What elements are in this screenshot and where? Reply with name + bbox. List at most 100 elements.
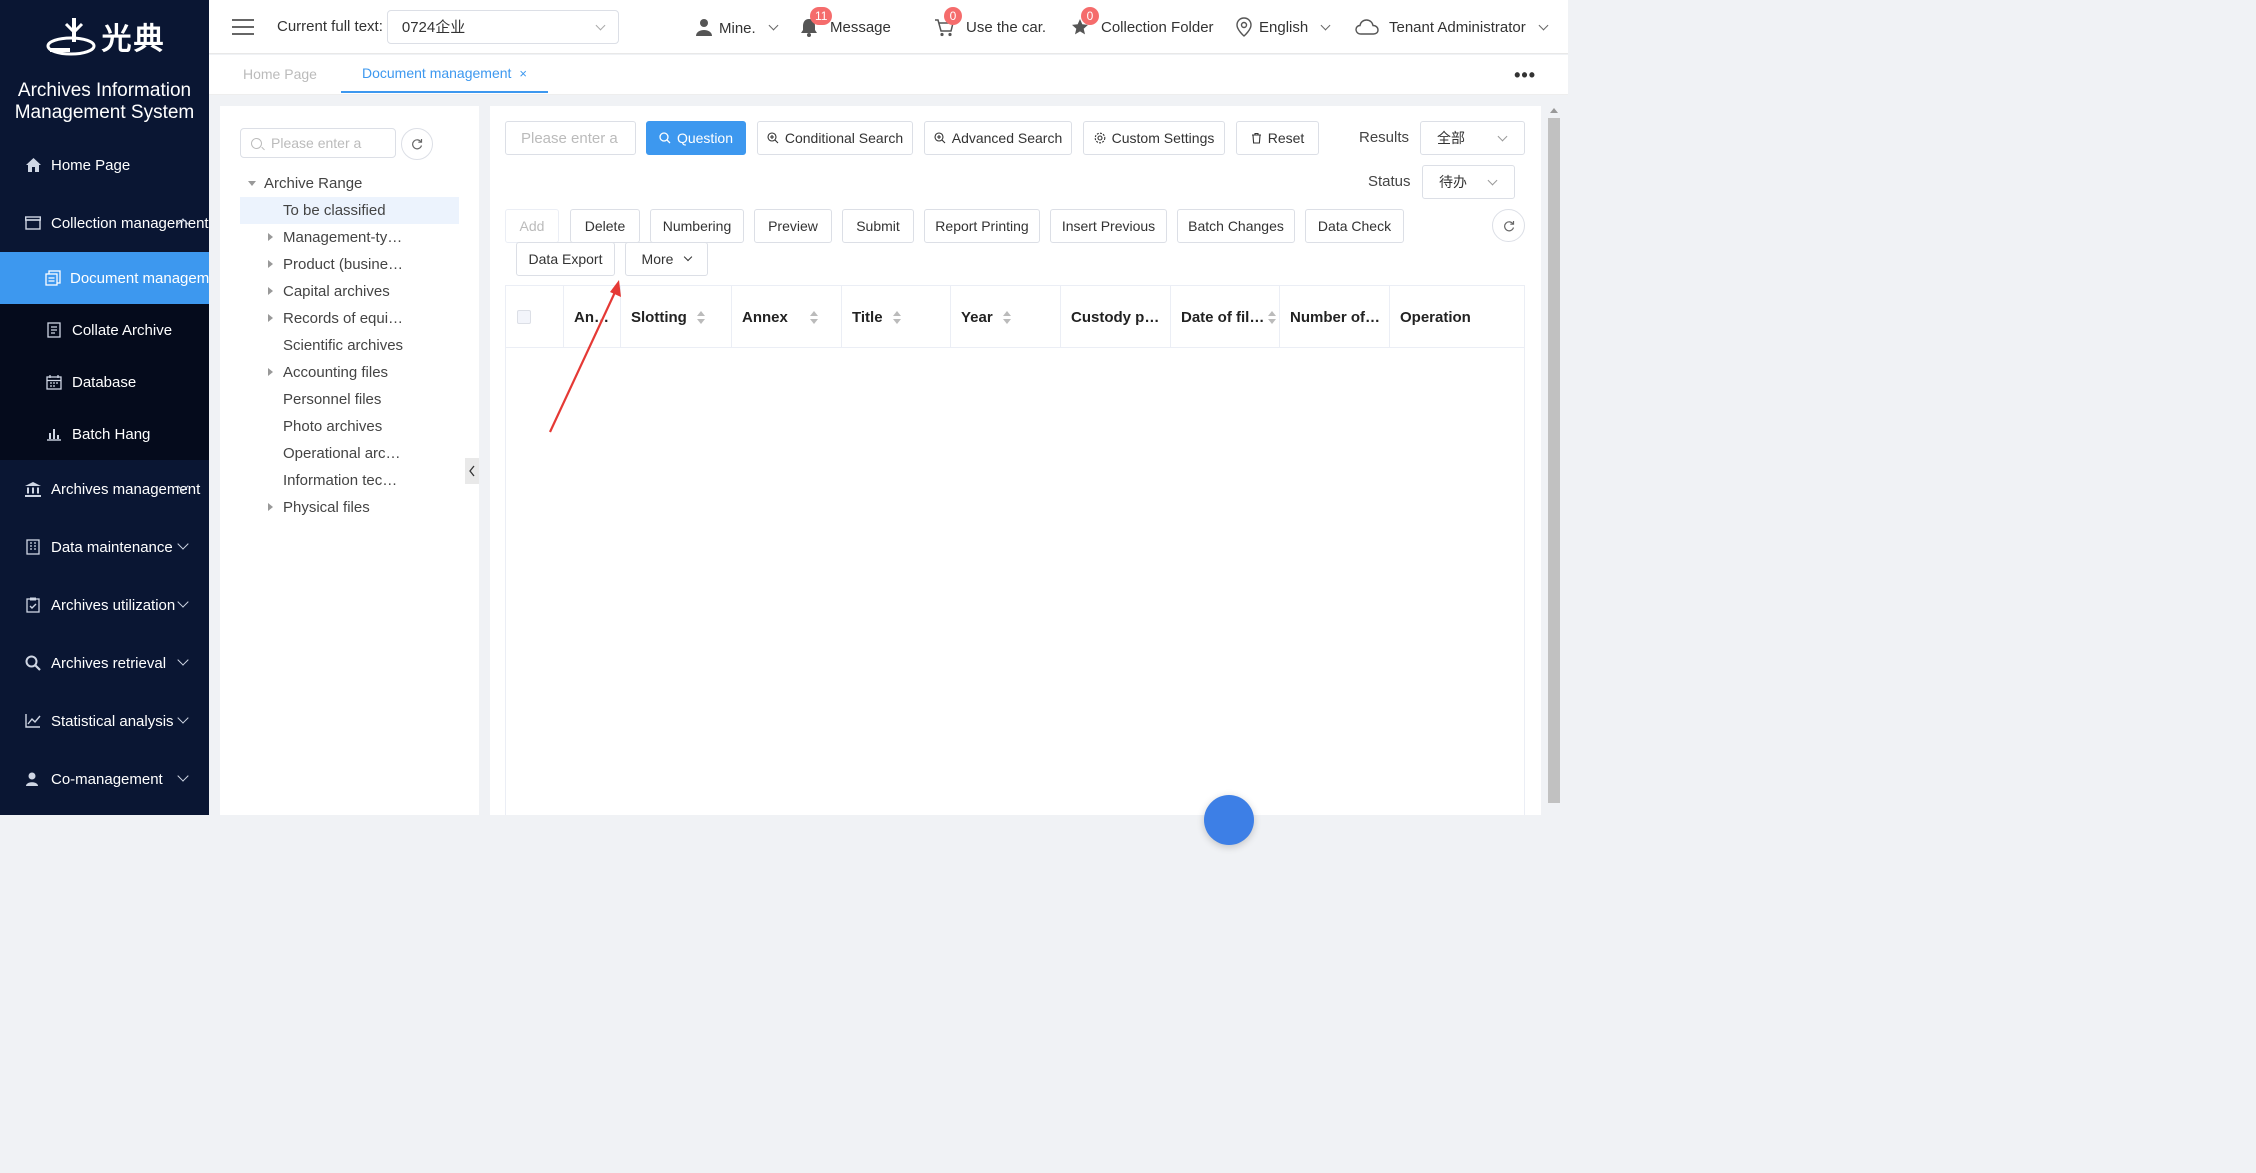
box-icon [24,214,42,232]
hamburger-menu-icon[interactable] [232,18,254,35]
question-button[interactable]: Question [646,121,746,155]
chevron-down-icon [595,20,606,30]
sidebar-item-archives-utilization[interactable]: Archives utilization [0,576,209,634]
tree-node[interactable]: To be classified [240,197,459,224]
sidebar-item-archives-retrieval[interactable]: Archives retrieval [0,634,209,692]
refresh-icon[interactable] [401,128,433,160]
chevron-down-icon [1538,20,1549,30]
tree-search-input[interactable]: Please enter a [240,128,396,158]
tree-node[interactable]: Physical files [240,494,459,521]
sidebar-item-document-management[interactable]: Document management [0,252,209,304]
data-export-button[interactable]: Data Export [516,242,615,276]
sidebar-item-database[interactable]: Database [0,356,209,408]
advanced-search-button[interactable]: Advanced Search [924,121,1072,155]
tree-node[interactable]: Records of equi… [240,305,459,332]
tree-node[interactable]: Information tec… [240,467,459,494]
submit-button[interactable]: Submit [842,209,914,243]
sidebar-item-collection-management[interactable]: Collection management [0,194,209,252]
language-select[interactable]: English [1235,0,1331,54]
close-icon[interactable]: × [519,66,527,81]
tab-home-page[interactable]: Home Page [243,55,317,93]
main-search-input[interactable]: Please enter a [505,121,636,155]
refresh-icon[interactable] [1492,209,1525,242]
sort-icon[interactable] [1002,310,1011,324]
tree-node[interactable]: Product (busine… [240,251,459,278]
scroll-up-icon[interactable] [1550,108,1558,113]
status-select[interactable]: 待办 [1422,165,1515,199]
archive-tree-panel: Please enter a Archive Range To be class… [220,106,479,815]
tree-node-archive-range[interactable]: Archive Range [240,170,459,197]
caret-right-icon[interactable] [268,503,273,511]
column-header[interactable]: An… [564,286,621,348]
scrollbar-thumb[interactable] [1548,118,1560,803]
page-scrollbar[interactable] [1547,106,1561,815]
search-icon [251,137,262,149]
column-header[interactable]: Number of… [1280,286,1390,348]
tree-node-label: To be classified [283,202,386,219]
column-header[interactable]: Custody p… [1061,286,1171,348]
conditional-search-button[interactable]: Conditional Search [757,121,913,155]
preview-button[interactable]: Preview [754,209,832,243]
sidebar-item-statistical-analysis[interactable]: Statistical analysis [0,692,209,750]
data-check-button[interactable]: Data Check [1305,209,1404,243]
caret-right-icon[interactable] [268,368,273,376]
batch-changes-button[interactable]: Batch Changes [1177,209,1295,243]
sort-icon[interactable] [1268,310,1277,324]
floating-assistant-button[interactable] [1204,795,1254,845]
column-header[interactable]: Date of fil… [1171,286,1280,348]
car-button[interactable]: Use the car. 0 [934,0,1046,54]
insert-previous-button[interactable]: Insert Previous [1050,209,1167,243]
custom-settings-button[interactable]: Custom Settings [1083,121,1225,155]
tenant-menu[interactable]: Tenant Administrator [1355,0,1549,54]
column-header[interactable]: Title [842,286,951,348]
caret-right-icon[interactable] [268,233,273,241]
sidebar-item-archives-management[interactable]: Archives management [0,460,209,518]
numbering-button[interactable]: Numbering [650,209,744,243]
conditional-search-label: Conditional Search [784,130,904,146]
caret-right-icon[interactable] [268,287,273,295]
sidebar-item-data-maintenance[interactable]: Data maintenance [0,518,209,576]
tab-document-management[interactable]: Document management × [341,55,549,93]
results-select[interactable]: 全部 [1420,121,1525,155]
delete-button[interactable]: Delete [570,209,640,243]
sidebar-item-label: Database [72,373,137,391]
collection-folder-button[interactable]: Collection Folder 0 [1071,0,1214,54]
tree-node-label: Capital archives [283,283,390,300]
sidebar-item-co-management[interactable]: Co-management [0,750,209,808]
column-header[interactable]: Slotting [621,286,732,348]
car-label: Use the car. [966,18,1047,36]
tree-node[interactable]: Personnel files [240,386,459,413]
tree-node[interactable]: Operational arc… [240,440,459,467]
caret-right-icon[interactable] [268,260,273,268]
more-dropdown-button[interactable]: More [625,242,708,276]
tab-label: Document management [362,65,512,81]
chevron-down-icon [177,538,189,550]
sort-icon[interactable] [696,310,705,324]
tree-node[interactable]: Capital archives [240,278,459,305]
column-header[interactable]: Annex [732,286,842,348]
sidebar-item-collate-archive[interactable]: Collate Archive [0,304,209,356]
more-dots-icon[interactable]: ••• [1514,65,1536,86]
select-all-checkbox[interactable] [517,310,531,324]
full-text-select[interactable]: 0724企业 [386,9,619,44]
sidebar-item-label: Co-management [51,770,163,788]
caret-right-icon[interactable] [268,314,273,322]
collection-count-badge: 0 [1081,7,1099,25]
sort-icon[interactable] [892,310,901,324]
add-button[interactable]: Add [505,209,559,243]
sort-icon[interactable] [809,310,818,324]
tree-node[interactable]: Scientific archives [240,332,459,359]
mine-menu[interactable]: Mine. [695,0,779,54]
tree-node[interactable]: Accounting files [240,359,459,386]
trash-icon [1251,132,1261,144]
sidebar-item-home[interactable]: Home Page [0,136,209,194]
collapse-panel-icon[interactable] [465,458,479,484]
tree-node[interactable]: Management-ty… [240,224,459,251]
report-printing-button[interactable]: Report Printing [924,209,1040,243]
location-icon [1236,17,1252,37]
reset-button[interactable]: Reset [1236,121,1319,155]
column-header[interactable]: Year [951,286,1061,348]
sidebar-item-batch-hang[interactable]: Batch Hang [0,408,209,460]
message-button[interactable]: Message 11 [800,0,891,54]
tree-node[interactable]: Photo archives [240,413,459,440]
